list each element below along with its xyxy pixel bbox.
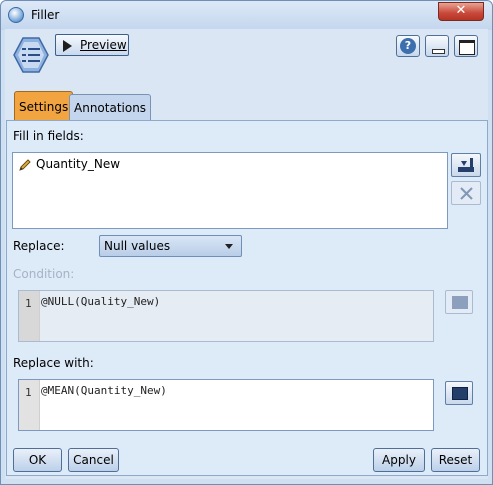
remove-icon <box>460 187 473 200</box>
reset-button[interactable]: Reset <box>431 448 480 472</box>
condition-expression-builder-button[interactable] <box>445 290 473 314</box>
app-icon <box>8 7 24 23</box>
chevron-down-icon <box>225 244 233 249</box>
maximize-button[interactable] <box>454 35 478 57</box>
minimize-button[interactable] <box>425 35 449 57</box>
preview-label: Preview <box>80 38 127 52</box>
window-title: Filler <box>31 8 60 22</box>
tab-annotations[interactable]: Annotations <box>69 94 152 121</box>
replace-label: Replace: <box>13 239 65 253</box>
reset-label: Reset <box>438 453 473 467</box>
calculator-icon <box>452 296 468 309</box>
help-button[interactable]: ? <box>396 35 420 57</box>
line-number: 1 <box>25 386 32 399</box>
filler-node-icon <box>13 37 49 73</box>
preview-button[interactable]: Preview <box>55 34 129 56</box>
replace-with-label: Replace with: <box>13 356 94 370</box>
calculator-icon <box>452 387 468 400</box>
condition-label: Condition: <box>13 267 75 281</box>
field-picker-icon <box>458 158 474 172</box>
tab-annotations-label: Annotations <box>74 101 147 115</box>
condition-expression: @NULL(Quality_New) <box>41 295 161 308</box>
replace-with-editor[interactable]: 1 @MEAN(Quantity_New) <box>18 379 434 431</box>
replace-with-expression: @MEAN(Quantity_New) <box>41 384 167 397</box>
cancel-button[interactable]: Cancel <box>68 448 119 472</box>
field-picker-button[interactable] <box>451 153 481 177</box>
replace-expression-builder-button[interactable] <box>445 381 473 405</box>
fields-list[interactable]: Quantity_New <box>12 152 448 229</box>
remove-field-button[interactable] <box>451 181 481 205</box>
condition-editor[interactable]: 1 @NULL(Quality_New) <box>18 290 434 342</box>
close-button[interactable]: ✕ <box>438 2 484 21</box>
cancel-label: Cancel <box>73 453 114 467</box>
maximize-icon <box>459 40 475 55</box>
help-icon: ? <box>400 38 416 54</box>
ok-label: OK <box>28 453 47 467</box>
line-number: 1 <box>25 297 32 310</box>
close-icon: ✕ <box>455 3 467 18</box>
fill-in-fields-label: Fill in fields: <box>13 129 84 143</box>
apply-button[interactable]: Apply <box>373 448 425 472</box>
title-bar[interactable]: Filler ✕ <box>1 1 492 30</box>
tab-settings-label: Settings <box>19 100 69 114</box>
list-item[interactable]: Quantity_New <box>18 157 120 172</box>
replace-select[interactable]: Null values <box>99 235 242 257</box>
field-name: Quantity_New <box>36 157 121 171</box>
minimize-icon <box>432 49 445 54</box>
apply-label: Apply <box>382 453 416 467</box>
play-icon <box>63 40 72 52</box>
pencil-icon <box>19 158 31 171</box>
ok-button[interactable]: OK <box>13 448 62 472</box>
replace-select-value: Null values <box>104 239 171 253</box>
tab-settings[interactable]: Settings <box>14 91 74 121</box>
